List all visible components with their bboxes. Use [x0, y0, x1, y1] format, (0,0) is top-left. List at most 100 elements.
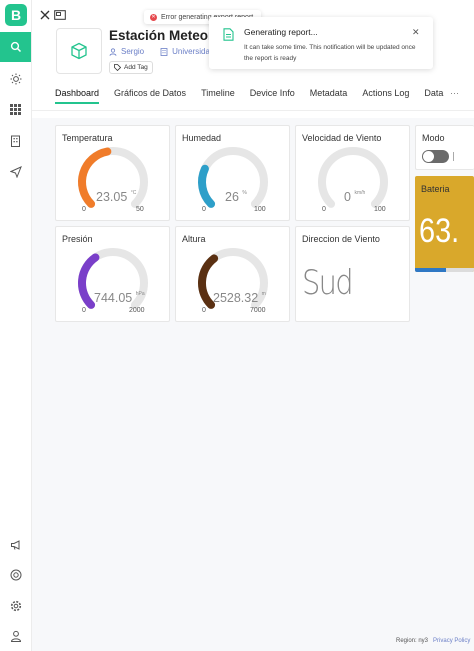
sidebar-item-send[interactable]: [8, 164, 23, 179]
widget-title: Velocidad de Viento: [302, 133, 382, 143]
close-button[interactable]: [38, 8, 52, 22]
cube-icon: [71, 42, 87, 60]
gauge-min: 0: [82, 307, 86, 314]
widget-title: Temperatura: [62, 133, 113, 143]
gauge-value-number: 0: [344, 190, 351, 204]
widget-velocidad-viento[interactable]: Velocidad de Viento 0 km/h 0 100: [295, 125, 410, 221]
megaphone-icon: [10, 539, 19, 550]
sidebar: B: [0, 0, 32, 651]
tab-device-info[interactable]: Device Info: [250, 88, 295, 104]
gauge-max: 50: [136, 206, 144, 213]
widget-title: Direccion de Viento: [302, 234, 380, 244]
gauge-unit: hPa: [135, 291, 145, 297]
battery-bar-fill: [415, 268, 446, 272]
gauge-min: 0: [82, 206, 86, 213]
notification-body: It can take some time. This notification…: [244, 44, 416, 62]
gauge-fill: [198, 164, 216, 208]
widget-title: Presión: [62, 234, 93, 244]
widget-title: Modo: [422, 133, 445, 143]
gauge-svg: [318, 147, 388, 208]
device-image[interactable]: [56, 28, 102, 74]
tab-data[interactable]: Data: [424, 88, 443, 104]
tab-dashboard[interactable]: Dashboard: [55, 88, 100, 104]
error-icon: ✕: [150, 13, 157, 21]
toggle-mark: [453, 152, 454, 161]
widget-modo: Modo: [415, 125, 474, 170]
gauge-value-number: 744.05: [94, 291, 133, 305]
gauge-max: 2000: [129, 307, 145, 314]
close-icon: [40, 10, 50, 20]
gauge-value: 2528.32 m: [213, 291, 266, 305]
notification-title: Generating report...: [244, 27, 318, 37]
building-icon: [160, 47, 168, 56]
widget-title: Altura: [182, 234, 206, 244]
gauge: 23.05 °C: [56, 144, 171, 224]
tabs-divider: [32, 110, 474, 111]
footer: Region: ny3 Privacy Policy: [396, 638, 470, 644]
gauge-svg: [78, 147, 148, 208]
notification-close-icon[interactable]: ✕: [412, 27, 420, 38]
sidebar-search[interactable]: [0, 32, 31, 62]
gauge-unit: m: [261, 291, 266, 297]
region-label: Region: ny3: [396, 638, 429, 644]
sidebar-item-grid[interactable]: [8, 102, 23, 117]
gauge-value-number: 26: [225, 190, 239, 204]
main-area: Estación Meteorológica Sergio Universida…: [32, 0, 474, 651]
gauge-unit: °C: [130, 190, 137, 196]
gauge-max: 7000: [250, 307, 266, 314]
gauge-unit: km/h: [354, 190, 366, 196]
sidebar-item-settings[interactable]: [8, 598, 23, 613]
help-icon: [10, 569, 21, 580]
file-icon: [223, 28, 234, 41]
app-logo[interactable]: B: [5, 4, 27, 26]
grid-icon: [10, 104, 21, 115]
sidebar-item-profile[interactable]: [8, 628, 23, 643]
widget-temperatura[interactable]: Temperatura 23.05 °C 0 50: [55, 125, 170, 221]
toggle-knob: [423, 151, 434, 162]
gauge-max: 100: [374, 206, 386, 213]
gauge: 0 km/h: [296, 144, 411, 224]
settings-icon: [10, 600, 21, 611]
gauge-min: 0: [202, 206, 206, 213]
gauge: 2528.32 m: [176, 245, 291, 325]
gauge-svg: [78, 248, 148, 309]
sidebar-item-announcements[interactable]: [8, 537, 23, 552]
sidebar-item-sun[interactable]: [8, 71, 23, 86]
widget-title: Bateria: [421, 184, 450, 194]
gauge: 26 %: [176, 144, 291, 224]
widget-bateria[interactable]: Bateria 63.: [415, 176, 474, 272]
gauge-max: 100: [254, 206, 266, 213]
building-icon: [11, 135, 20, 147]
logo-letter: B: [10, 7, 22, 23]
gauge-value-number: 23.05: [96, 190, 128, 204]
tabs-more-icon[interactable]: ···: [450, 88, 459, 98]
sun-icon: [10, 73, 21, 84]
gauge-svg: [198, 147, 268, 208]
add-tag-label: Add Tag: [124, 64, 148, 71]
gauge-min: 0: [202, 307, 206, 314]
gauge-value-number: 2528.32: [213, 291, 259, 305]
modo-toggle[interactable]: [422, 150, 449, 163]
tab-actions-log[interactable]: Actions Log: [362, 88, 409, 104]
privacy-policy-link[interactable]: Privacy Policy: [433, 638, 470, 644]
sidebar-item-building[interactable]: [8, 133, 23, 148]
gauge-value: 26 %: [225, 190, 247, 204]
gauge-svg: [198, 248, 268, 309]
device-tabs: Dashboard Gráficos de Datos Timeline Dev…: [55, 88, 458, 104]
tab-timeline[interactable]: Timeline: [201, 88, 235, 104]
tab-graficos-de-datos[interactable]: Gráficos de Datos: [114, 88, 186, 104]
add-tag-button[interactable]: Add Tag: [109, 61, 153, 74]
owner-link[interactable]: Sergio: [121, 47, 144, 56]
widget-altura[interactable]: Altura 2528.32 m 0 7000: [175, 226, 290, 322]
fullscreen-button[interactable]: [53, 8, 67, 22]
tab-metadata[interactable]: Metadata: [310, 88, 348, 104]
widget-humedad[interactable]: Humedad 26 % 0 100: [175, 125, 290, 221]
widget-direccion-viento[interactable]: Direccion de Viento Sud: [295, 226, 410, 322]
user-icon: [109, 47, 117, 56]
report-notification: Generating report... It can take some ti…: [209, 17, 433, 69]
sidebar-item-help[interactable]: [8, 567, 23, 582]
widget-presion[interactable]: Presión 744.05 hPa 0 2000: [55, 226, 170, 322]
user-icon: [10, 630, 21, 642]
battery-value: 63.: [419, 212, 460, 250]
fullscreen-icon: [54, 10, 66, 20]
